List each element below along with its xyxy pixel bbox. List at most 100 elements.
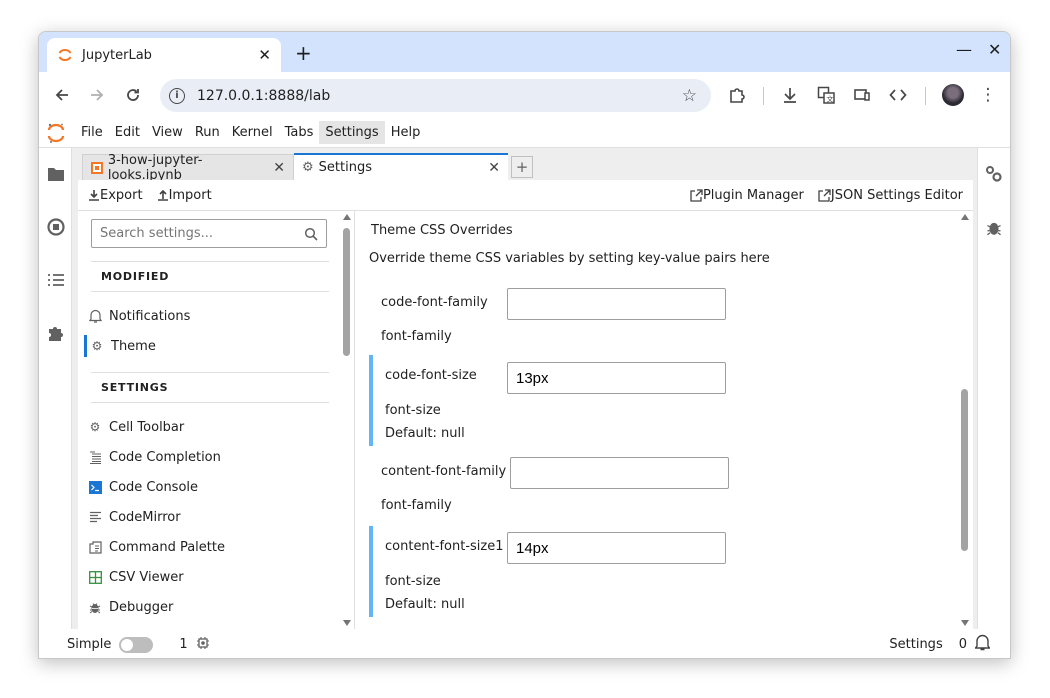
document-tab-bar: 3-how-jupyter-looks.ipynb ✕ ⚙ Settings ✕…: [78, 148, 973, 183]
kernel-count: 1: [179, 637, 188, 652]
more-menu-icon[interactable]: ⋮: [978, 85, 998, 105]
settings-form-editor: Theme CSS Overrides Override theme CSS v…: [355, 211, 973, 629]
toolbar-separator: [925, 87, 926, 105]
debugger-bug-icon[interactable]: [984, 217, 1004, 237]
sidebar-item-notifications[interactable]: Notifications: [88, 305, 190, 327]
profile-avatar[interactable]: [942, 84, 964, 106]
search-placeholder: Search settings...: [100, 226, 214, 241]
sidebar-item-label: Debugger: [109, 599, 174, 615]
download-icon[interactable]: [780, 85, 800, 105]
new-launcher-button[interactable]: +: [511, 156, 533, 178]
gear-icon: ⚙: [89, 420, 101, 434]
settings-content: Search settings... MODIFIED Notification…: [78, 211, 973, 629]
jupyter-logo-icon: [47, 123, 65, 143]
status-bar: Simple 1 Settings 0: [39, 629, 1010, 658]
new-tab-icon[interactable]: +: [295, 41, 312, 65]
simple-mode-label: Simple: [67, 637, 112, 652]
translate-icon[interactable]: 文: [816, 85, 836, 105]
site-info-icon[interactable]: i: [169, 87, 185, 104]
simple-mode-toggle[interactable]: [119, 636, 154, 653]
toolbar-separator: [763, 87, 764, 105]
menu-kernel[interactable]: Kernel: [226, 121, 279, 144]
menu-run[interactable]: Run: [189, 121, 226, 144]
export-button[interactable]: Export: [88, 188, 143, 203]
code-font-size-input[interactable]: 13px: [507, 362, 726, 394]
scrollbar-thumb[interactable]: [343, 228, 350, 356]
search-icon: [304, 227, 318, 241]
jupyter-favicon-icon: [58, 49, 72, 61]
reload-icon[interactable]: [123, 85, 143, 105]
setting-field-content-font-size: content-font-size1 14px font-size Defaul…: [369, 526, 769, 617]
running-sessions-icon[interactable]: [46, 217, 66, 237]
url-text: 127.0.0.1:8888/lab: [197, 87, 331, 104]
tab-settings[interactable]: ⚙ Settings ✕: [294, 153, 508, 180]
menu-view[interactable]: View: [146, 121, 189, 144]
minimize-icon[interactable]: —: [956, 40, 972, 59]
search-input[interactable]: Search settings...: [91, 219, 327, 248]
field-type: font-size: [385, 574, 441, 589]
forward-icon[interactable]: [87, 85, 107, 105]
menu-edit[interactable]: Edit: [109, 121, 146, 144]
field-type: font-size: [385, 403, 441, 418]
close-tab-icon[interactable]: ✕: [273, 160, 285, 176]
extensions-icon[interactable]: [727, 85, 747, 105]
import-button[interactable]: Import: [157, 188, 212, 203]
bookmark-star-icon[interactable]: ☆: [682, 86, 697, 106]
field-default: Default: null: [385, 597, 465, 612]
sidebar-item-code-console[interactable]: Code Console: [88, 476, 198, 498]
cast-device-icon[interactable]: [852, 85, 872, 105]
svg-text:文: 文: [827, 95, 834, 104]
sidebar-item-label: CodeMirror: [109, 509, 181, 525]
scroll-down-icon[interactable]: [961, 620, 969, 626]
sidebar-item-codemirror[interactable]: CodeMirror: [88, 506, 181, 528]
section-description: Override theme CSS variables by setting …: [369, 251, 770, 266]
property-inspector-icon[interactable]: [984, 164, 1004, 184]
plugin-manager-button[interactable]: Plugin Manager: [690, 188, 804, 203]
left-sidebar: [39, 148, 72, 629]
browser-tab-strip: JupyterLab ✕ + — ✕: [39, 32, 1010, 72]
kernel-status-icon[interactable]: [196, 636, 210, 654]
devtools-code-icon[interactable]: [888, 85, 908, 105]
menu-file[interactable]: File: [75, 121, 109, 144]
right-sidebar: [977, 148, 1010, 629]
sidebar-item-cell-toolbar[interactable]: ⚙ Cell Toolbar: [88, 416, 185, 438]
close-window-icon[interactable]: ✕: [988, 40, 1001, 59]
editor-scrollbar[interactable]: [959, 214, 971, 626]
address-bar[interactable]: i 127.0.0.1:8888/lab ☆: [160, 79, 711, 112]
file-browser-icon[interactable]: [46, 164, 66, 184]
notebook-icon: [91, 161, 103, 174]
tab-notebook[interactable]: 3-how-jupyter-looks.ipynb ✕: [82, 153, 294, 183]
settings-heading: SETTINGS: [101, 381, 169, 394]
sidebar-item-theme[interactable]: ⚙ Theme: [84, 335, 156, 357]
close-tab-icon[interactable]: ✕: [258, 46, 271, 64]
scroll-down-icon[interactable]: [343, 620, 351, 626]
extension-manager-icon[interactable]: [46, 323, 66, 343]
scroll-up-icon[interactable]: [343, 214, 351, 220]
content-font-size-input[interactable]: 14px: [507, 532, 726, 564]
settings-toolbar: Export Import Plugin Manager JSON Settin…: [78, 180, 973, 211]
json-settings-editor-button[interactable]: JSON Settings Editor: [818, 188, 963, 203]
scrollbar-thumb[interactable]: [961, 389, 968, 551]
sidebar-item-code-completion[interactable]: Code Completion: [88, 446, 221, 468]
menu-help[interactable]: Help: [385, 121, 427, 144]
menu-tabs[interactable]: Tabs: [279, 121, 320, 144]
sidebar-item-label: Theme: [111, 338, 156, 354]
field-label: content-font-size1: [385, 539, 504, 554]
sidebar-item-label: Notifications: [109, 308, 191, 324]
close-tab-icon[interactable]: ✕: [488, 160, 500, 176]
sidebar-item-command-palette[interactable]: Command Palette: [88, 536, 225, 558]
back-icon[interactable]: [52, 85, 72, 105]
divider: [91, 402, 329, 403]
plugin-list-scrollbar[interactable]: [341, 214, 353, 626]
table-of-contents-icon[interactable]: [46, 270, 66, 290]
content-font-family-input[interactable]: [510, 457, 729, 489]
export-label: Export: [100, 187, 143, 203]
browser-toolbar: i 127.0.0.1:8888/lab ☆ 文 ⋮: [39, 72, 1010, 118]
menu-settings[interactable]: Settings: [319, 121, 385, 144]
sidebar-item-csv-viewer[interactable]: CSV Viewer: [88, 566, 184, 588]
scroll-up-icon[interactable]: [961, 214, 969, 220]
browser-tab[interactable]: JupyterLab ✕: [47, 38, 281, 72]
sidebar-item-debugger[interactable]: Debugger: [88, 596, 173, 618]
bell-icon[interactable]: [974, 634, 991, 655]
code-font-family-input[interactable]: [507, 288, 726, 320]
